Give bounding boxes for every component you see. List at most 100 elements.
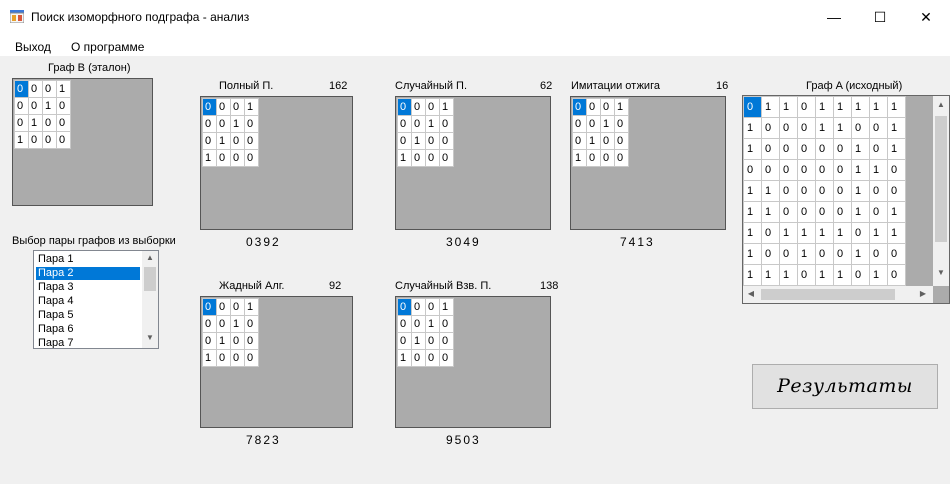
matrix-cell[interactable]: 0 [869, 138, 888, 160]
matrix-cell[interactable]: 1 [425, 115, 440, 133]
list-item[interactable]: Пара 1 [36, 253, 140, 266]
scroll-down-icon[interactable]: ▼ [933, 268, 949, 277]
matrix-cell[interactable]: 0 [833, 243, 852, 265]
matrix-cell[interactable]: 1 [797, 243, 816, 265]
matrix-cell[interactable]: 1 [797, 222, 816, 244]
matrix-cell[interactable]: 0 [216, 98, 231, 116]
scrollbar-thumb[interactable] [144, 267, 156, 291]
matrix-cell[interactable]: 0 [425, 349, 440, 367]
scroll-right-icon[interactable]: ▶ [915, 289, 931, 298]
matrix-cell[interactable]: 1 [869, 264, 888, 286]
matrix-cell[interactable]: 1 [230, 315, 245, 333]
matrix-cell[interactable]: 0 [397, 98, 412, 116]
matrix-cell[interactable]: 1 [743, 243, 762, 265]
weighted-grid[interactable]: 0001001001001000 [395, 296, 551, 428]
matrix-cell[interactable]: 1 [887, 222, 906, 244]
matrix-cell[interactable]: 0 [851, 264, 870, 286]
matrix-cell[interactable]: 0 [586, 115, 601, 133]
matrix-cell[interactable]: 1 [614, 98, 629, 116]
matrix-cell[interactable]: 0 [202, 115, 217, 133]
matrix-cell[interactable]: 0 [779, 159, 798, 181]
annealing-grid[interactable]: 0001001001001000 [570, 96, 726, 230]
matrix-cell[interactable]: 0 [42, 131, 57, 149]
matrix-cell[interactable]: 1 [397, 349, 412, 367]
matrix-cell[interactable]: 0 [586, 98, 601, 116]
matrix-cell[interactable]: 0 [411, 98, 426, 116]
matrix-cell[interactable]: 1 [42, 97, 57, 115]
matrix-cell[interactable]: 1 [833, 264, 852, 286]
list-item[interactable]: Пара 5 [36, 309, 140, 322]
matrix-cell[interactable]: 0 [815, 243, 834, 265]
matrix-cell[interactable]: 0 [851, 222, 870, 244]
matrix-cell[interactable]: 0 [244, 149, 259, 167]
menu-exit[interactable]: Выход [15, 40, 51, 54]
matrix-cell[interactable]: 1 [869, 159, 888, 181]
matrix-cell[interactable]: 0 [797, 159, 816, 181]
minimize-button[interactable]: — [811, 0, 857, 34]
matrix-cell[interactable]: 1 [779, 264, 798, 286]
matrix-cell[interactable]: 0 [833, 201, 852, 223]
matrix-cell[interactable]: 0 [869, 243, 888, 265]
graph-a-grid[interactable]: 0110111111000110011000001010000001101100… [742, 95, 950, 304]
matrix-cell[interactable]: 0 [779, 138, 798, 160]
graph-a-hscrollbar[interactable]: ◀ ▶ [743, 286, 933, 303]
matrix-cell[interactable]: 0 [244, 315, 259, 333]
matrix-cell[interactable]: 1 [833, 222, 852, 244]
list-item[interactable]: Пара 7 [36, 337, 140, 348]
matrix-cell[interactable]: 0 [833, 138, 852, 160]
matrix-cell[interactable]: 1 [815, 222, 834, 244]
scroll-left-icon[interactable]: ◀ [743, 289, 759, 298]
matrix-cell[interactable]: 0 [761, 117, 780, 139]
matrix-cell[interactable]: 0 [797, 201, 816, 223]
matrix-cell[interactable]: 0 [779, 117, 798, 139]
matrix-cell[interactable]: 0 [572, 98, 587, 116]
matrix-cell[interactable]: 1 [851, 96, 870, 118]
matrix-cell[interactable]: 1 [815, 96, 834, 118]
matrix-cell[interactable]: 1 [761, 96, 780, 118]
matrix-cell[interactable]: 0 [397, 332, 412, 350]
matrix-cell[interactable]: 1 [743, 138, 762, 160]
matrix-cell[interactable]: 0 [56, 97, 71, 115]
matrix-cell[interactable]: 0 [230, 98, 245, 116]
matrix-cell[interactable]: 0 [411, 349, 426, 367]
matrix-cell[interactable]: 1 [425, 315, 440, 333]
matrix-cell[interactable]: 0 [244, 132, 259, 150]
matrix-cell[interactable]: 0 [887, 159, 906, 181]
matrix-cell[interactable]: 0 [797, 117, 816, 139]
matrix-cell[interactable]: 0 [14, 97, 29, 115]
list-item[interactable]: Пара 6 [36, 323, 140, 336]
matrix-cell[interactable]: 1 [586, 132, 601, 150]
matrix-cell[interactable]: 1 [761, 180, 780, 202]
matrix-cell[interactable]: 0 [216, 298, 231, 316]
matrix-cell[interactable]: 1 [851, 138, 870, 160]
matrix-cell[interactable]: 0 [761, 159, 780, 181]
matrix-cell[interactable]: 1 [761, 264, 780, 286]
matrix-cell[interactable]: 0 [425, 132, 440, 150]
matrix-cell[interactable]: 1 [779, 96, 798, 118]
matrix-cell[interactable]: 0 [815, 201, 834, 223]
matrix-cell[interactable]: 0 [600, 132, 615, 150]
matrix-cell[interactable]: 0 [439, 132, 454, 150]
matrix-cell[interactable]: 0 [851, 117, 870, 139]
matrix-cell[interactable]: 0 [397, 315, 412, 333]
matrix-cell[interactable]: 0 [797, 138, 816, 160]
matrix-cell[interactable]: 1 [244, 98, 259, 116]
matrix-cell[interactable]: 0 [779, 243, 798, 265]
matrix-cell[interactable]: 0 [439, 332, 454, 350]
matrix-cell[interactable]: 0 [614, 149, 629, 167]
greedy-grid[interactable]: 0001001001001000 [200, 296, 353, 428]
graph-b-grid[interactable]: 0001001001001000 [12, 78, 153, 206]
matrix-cell[interactable]: 0 [869, 117, 888, 139]
matrix-cell[interactable]: 0 [230, 349, 245, 367]
matrix-cell[interactable]: 1 [833, 96, 852, 118]
matrix-cell[interactable]: 0 [230, 298, 245, 316]
matrix-cell[interactable]: 1 [851, 159, 870, 181]
matrix-cell[interactable]: 1 [230, 115, 245, 133]
menu-about[interactable]: О программе [71, 40, 144, 54]
full-grid[interactable]: 0001001001001000 [200, 96, 353, 230]
matrix-cell[interactable]: 0 [833, 159, 852, 181]
matrix-cell[interactable]: 1 [851, 180, 870, 202]
matrix-cell[interactable]: 0 [216, 315, 231, 333]
matrix-cell[interactable]: 1 [14, 131, 29, 149]
matrix-cell[interactable]: 0 [397, 298, 412, 316]
